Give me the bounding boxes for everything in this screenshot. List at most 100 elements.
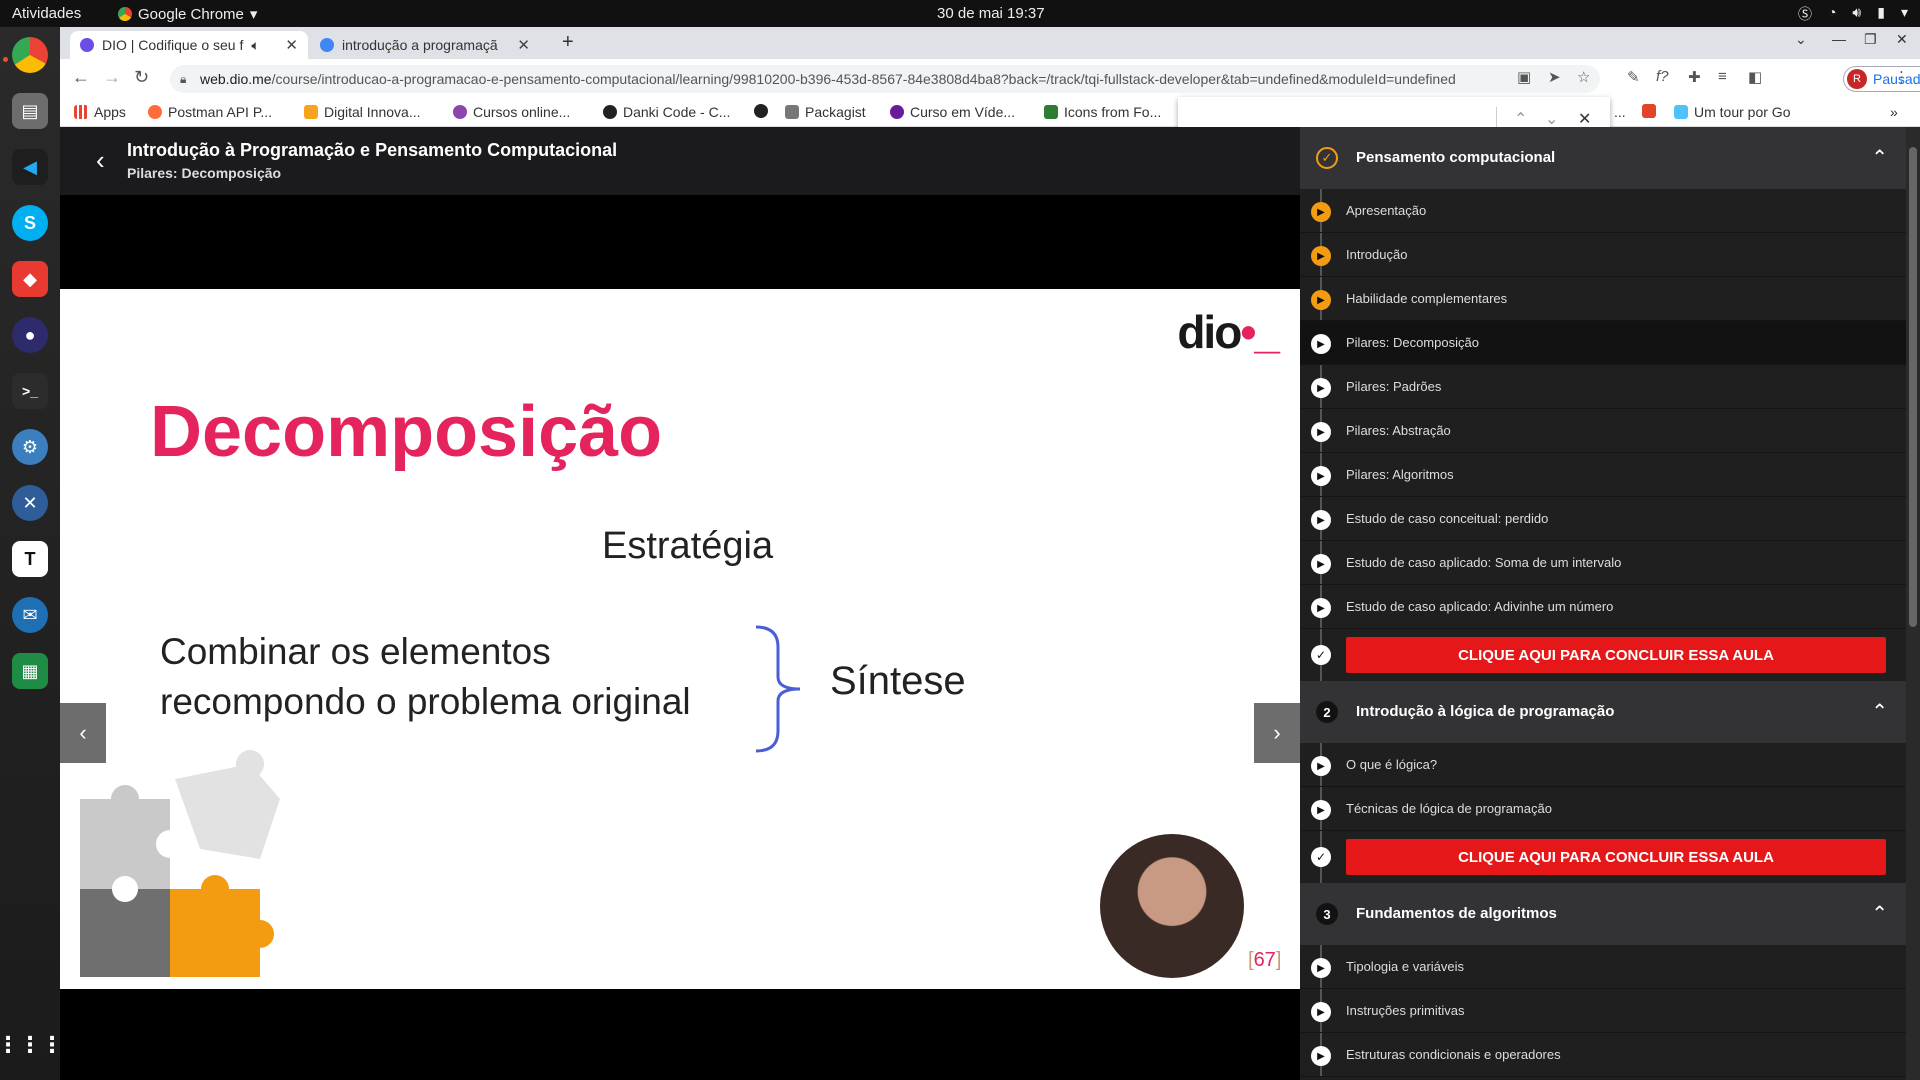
module-header[interactable]: ✓ Pensamento computacional ⌃ xyxy=(1300,127,1906,189)
play-icon: ▶ xyxy=(1311,422,1331,442)
back-icon[interactable]: ← xyxy=(72,67,90,88)
close-tab-icon[interactable]: ✕ xyxy=(517,36,530,54)
lesson-item[interactable]: ▶ Estudo de caso conceitual: perdido xyxy=(1300,497,1906,541)
conclude-row: ✓ CLIQUE AQUI PARA CONCLUIR ESSA AULA xyxy=(1300,831,1906,883)
spreadsheet-icon[interactable]: ▦ xyxy=(12,653,48,689)
send-icon[interactable]: ➤ xyxy=(1548,68,1561,86)
system-tray[interactable]: Ⓢ ◔ 🔊︎ ▮ ▾ xyxy=(1798,4,1908,24)
eyedropper-icon[interactable]: ✎ xyxy=(1627,68,1640,86)
bookmark-label: Danki Code - C... xyxy=(623,104,731,120)
lesson-item[interactable]: ▶ Tipologia e variáveis xyxy=(1300,945,1906,989)
activities-button[interactable]: Atividades xyxy=(12,5,81,22)
check-icon: ✓ xyxy=(1311,847,1331,867)
lesson-item[interactable]: ▶ Estudo de caso aplicado: Soma de um int… xyxy=(1300,541,1906,585)
lesson-item[interactable]: ▶ Introdução xyxy=(1300,233,1906,277)
lesson-label: Instruções primitivas xyxy=(1346,1003,1465,1018)
restore-icon[interactable]: ❐ xyxy=(1864,31,1877,48)
reload-icon[interactable]: ↻ xyxy=(134,67,149,88)
bookmark-danki-code[interactable]: Danki Code - C... xyxy=(603,104,730,120)
bookmark-label: Curso em Víde... xyxy=(910,104,1016,120)
module-header[interactable]: 3 Fundamentos de algoritmos ⌃ xyxy=(1300,883,1906,945)
lesson-item[interactable]: ▶ Técnicas de lógica de programação xyxy=(1300,787,1906,831)
bookmark-gitlab[interactable] xyxy=(1642,104,1662,118)
chevron-up-icon[interactable]: ⌃ xyxy=(1871,901,1888,926)
extensions-icon[interactable]: ✚ xyxy=(1688,68,1701,86)
tab-google[interactable]: introdução a programaçã ✕ xyxy=(310,31,540,59)
new-tab-button[interactable]: + xyxy=(562,31,574,54)
tab-search-icon[interactable]: ⌄ xyxy=(1795,31,1807,48)
media-controls-icon[interactable]: ≡ xyxy=(1718,68,1727,85)
bookmark-unnamed[interactable] xyxy=(754,104,774,118)
eclipse-icon[interactable]: ● xyxy=(12,317,48,353)
lesson-item[interactable]: ▶ Estruturas condicionais e operadores xyxy=(1300,1033,1906,1077)
terminal-icon[interactable]: >_ xyxy=(12,373,48,409)
text-editor-icon[interactable]: T xyxy=(12,541,48,577)
bookmark-star-icon[interactable]: ☆ xyxy=(1577,68,1590,86)
find-close-icon[interactable]: ✕ xyxy=(1578,109,1591,129)
close-tab-icon[interactable]: ✕ xyxy=(285,36,298,54)
back-chevron-icon[interactable]: ‹ xyxy=(96,145,105,176)
url-host: web.dio.me xyxy=(200,71,272,87)
video-slide[interactable]: dio•_ Decomposição Estratégia Combinar o… xyxy=(60,289,1300,989)
next-lesson-arrow[interactable]: › xyxy=(1254,703,1300,763)
bookmark-tour-go[interactable]: Um tour por Go xyxy=(1674,104,1790,120)
skype-icon[interactable]: S xyxy=(12,205,48,241)
find-previous-icon[interactable]: ⌃ xyxy=(1514,109,1527,129)
bookmark-truncated[interactable]: ... xyxy=(1614,104,1626,120)
lesson-item[interactable]: ▶ Apresentação xyxy=(1300,189,1906,233)
scrollbar-thumb[interactable] xyxy=(1909,147,1917,627)
bookmark-label: Postman API P... xyxy=(168,104,273,120)
lesson-item[interactable]: ▶ Pilares: Algoritmos xyxy=(1300,453,1906,497)
tab-dio[interactable]: DIO | Codifique o seu f 🔈︎ ✕ xyxy=(70,31,308,59)
conclude-lesson-button[interactable]: CLIQUE AQUI PARA CONCLUIR ESSA AULA xyxy=(1346,637,1886,673)
lesson-item[interactable]: ▶ Pilares: Decomposição xyxy=(1300,321,1906,365)
bookmark-packagist[interactable]: Packagist xyxy=(785,104,866,120)
previous-lesson-arrow[interactable]: ‹ xyxy=(60,703,106,763)
battery-icon: ▮ xyxy=(1877,4,1885,20)
files-icon[interactable]: ▤ xyxy=(12,93,48,129)
thunderbird-icon[interactable]: ✉ xyxy=(12,597,48,633)
find-next-icon[interactable]: ⌄ xyxy=(1545,109,1558,129)
lesson-item[interactable]: ▶ O que é lógica? xyxy=(1300,743,1906,787)
packagist-icon xyxy=(785,105,799,119)
sidebar-scrollbar[interactable] xyxy=(1906,127,1920,1080)
bookmark-icons-from[interactable]: Icons from Fo... xyxy=(1044,104,1161,120)
lesson-item[interactable]: ▶ Pilares: Abstração xyxy=(1300,409,1906,453)
lesson-item[interactable]: ▶ Pilares: Padrões xyxy=(1300,365,1906,409)
volume-icon: 🔊︎ xyxy=(1852,4,1862,20)
lesson-item[interactable]: ▶ Instruções primitivas xyxy=(1300,989,1906,1033)
danki-icon xyxy=(603,105,617,119)
chevron-up-icon[interactable]: ⌃ xyxy=(1871,145,1888,170)
menu-kebab-icon[interactable]: ⋮ xyxy=(1894,68,1909,86)
bookmarks-overflow-icon[interactable]: » xyxy=(1890,104,1898,120)
chevron-up-icon[interactable]: ⌃ xyxy=(1871,699,1888,724)
forward-icon[interactable]: → xyxy=(103,67,121,88)
minimize-icon[interactable]: — xyxy=(1832,31,1846,47)
play-icon: ▶ xyxy=(1311,800,1331,820)
vscode-icon[interactable]: ◀ xyxy=(12,149,48,185)
address-bar[interactable]: 🔒︎ web.dio.me/course/introducao-a-progra… xyxy=(170,65,1600,93)
bookmark-curso-em-video[interactable]: Curso em Víde... xyxy=(890,104,1015,120)
bookmark-cursos-online[interactable]: Cursos online... xyxy=(453,104,570,120)
share-icon[interactable]: ▣ xyxy=(1517,68,1531,86)
brace-icon xyxy=(755,625,801,753)
settings-icon[interactable]: ⚙ xyxy=(12,429,48,465)
show-apps-icon[interactable]: ⋮⋮⋮ xyxy=(0,1027,63,1063)
bookmark-digital-innovation[interactable]: Digital Innova... xyxy=(304,104,421,120)
gitlab-icon xyxy=(1642,104,1656,118)
bookmark-apps[interactable]: Apps xyxy=(74,104,126,120)
lesson-item[interactable]: ▶ Estudo de caso aplicado: Adivinhe um nú… xyxy=(1300,585,1906,629)
side-panel-icon[interactable]: ◧ xyxy=(1748,68,1762,86)
clock[interactable]: 30 de mai 19:37 xyxy=(937,5,1045,22)
conclude-lesson-button[interactable]: CLIQUE AQUI PARA CONCLUIR ESSA AULA xyxy=(1346,839,1886,875)
module-header[interactable]: 2 Introdução à lógica de programação ⌃ xyxy=(1300,681,1906,743)
app-menu[interactable]: Google Chrome ▾ xyxy=(118,5,257,23)
tools-icon[interactable]: ✕ xyxy=(12,485,48,521)
conclude-row: ✓ CLIQUE AQUI PARA CONCLUIR ESSA AULA xyxy=(1300,629,1906,681)
anydesk-icon[interactable]: ◆ xyxy=(12,261,48,297)
lesson-item[interactable]: ▶ Habilidade complementares xyxy=(1300,277,1906,321)
fonts-extension-icon[interactable]: f? xyxy=(1656,68,1669,85)
chrome-dock-icon[interactable] xyxy=(12,37,48,73)
bookmark-postman[interactable]: Postman API P... xyxy=(148,104,272,120)
close-window-icon[interactable]: ✕ xyxy=(1896,31,1908,48)
